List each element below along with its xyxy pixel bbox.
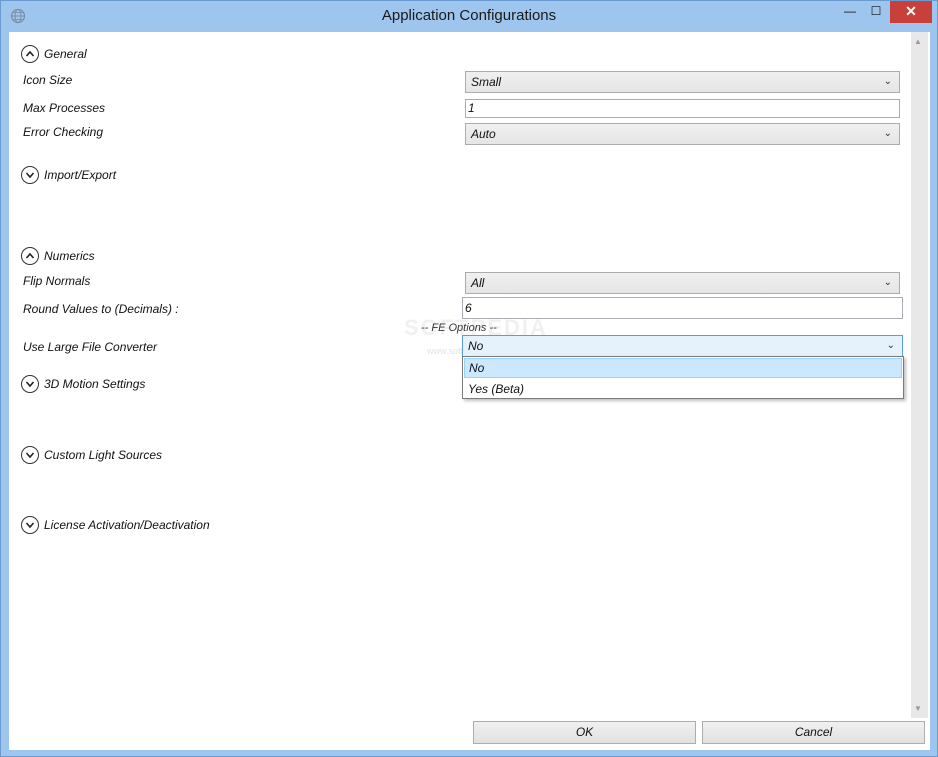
- cancel-button[interactable]: Cancel: [702, 721, 925, 744]
- chevron-down-icon[interactable]: [21, 375, 39, 393]
- section-3d-motion-label: 3D Motion Settings: [44, 377, 146, 391]
- vertical-scrollbar[interactable]: ▲ ▼: [911, 32, 928, 718]
- section-general[interactable]: General: [21, 45, 87, 63]
- minimize-button[interactable]: —: [837, 1, 863, 23]
- chevron-down-icon[interactable]: [21, 446, 39, 464]
- flip-normals-value: All: [471, 276, 485, 290]
- flip-normals-label: Flip Normals: [23, 274, 91, 288]
- max-processes-label: Max Processes: [23, 101, 106, 115]
- fe-options-label: -- FE Options --: [421, 322, 497, 334]
- chevron-down-icon: ⌄: [883, 128, 892, 139]
- chevron-down-icon[interactable]: [21, 516, 39, 534]
- icon-size-label: Icon Size: [23, 73, 73, 87]
- error-checking-value: Auto: [471, 127, 496, 141]
- large-file-converter-select[interactable]: No ⌄: [462, 335, 903, 357]
- flip-normals-select[interactable]: All ⌄: [465, 272, 900, 294]
- section-3d-motion[interactable]: 3D Motion Settings: [21, 375, 145, 393]
- chevron-up-icon[interactable]: [21, 247, 39, 265]
- chevron-up-icon[interactable]: [21, 45, 39, 63]
- ok-button[interactable]: OK: [473, 721, 696, 744]
- chevron-down-icon[interactable]: [21, 166, 39, 184]
- section-import-export-label: Import/Export: [44, 168, 117, 182]
- section-numerics[interactable]: Numerics: [21, 247, 95, 265]
- chevron-down-icon: ⌄: [886, 340, 895, 351]
- error-checking-select[interactable]: Auto ⌄: [465, 123, 900, 145]
- dropdown-option-yes-beta[interactable]: Yes (Beta): [464, 379, 902, 399]
- title-bar[interactable]: Application Configurations — ☐ ✕: [1, 1, 937, 31]
- section-light-sources-label: Custom Light Sources: [44, 448, 163, 462]
- max-processes-input[interactable]: 1: [465, 99, 900, 118]
- scroll-down-icon[interactable]: ▼: [914, 704, 922, 713]
- section-import-export[interactable]: Import/Export: [21, 166, 116, 184]
- maximize-button[interactable]: ☐: [863, 1, 889, 23]
- error-checking-label: Error Checking: [23, 125, 104, 139]
- scroll-up-icon[interactable]: ▲: [914, 37, 922, 46]
- large-file-converter-dropdown: No Yes (Beta): [462, 356, 904, 399]
- large-file-converter-label: Use Large File Converter: [23, 340, 158, 354]
- section-license[interactable]: License Activation/Deactivation: [21, 516, 210, 534]
- section-general-label: General: [44, 47, 87, 61]
- icon-size-value: Small: [471, 75, 502, 89]
- window-title: Application Configurations: [381, 7, 557, 24]
- section-license-label: License Activation/Deactivation: [44, 518, 210, 532]
- close-button[interactable]: ✕: [890, 1, 932, 23]
- icon-size-select[interactable]: Small ⌄: [465, 71, 900, 93]
- section-light-sources[interactable]: Custom Light Sources: [21, 446, 162, 464]
- large-file-converter-value: No: [468, 339, 484, 353]
- app-window: Application Configurations — ☐ ✕ General…: [0, 0, 938, 757]
- settings-panel: General Icon Size Small ⌄ Max Processes …: [9, 32, 930, 750]
- chevron-down-icon: ⌄: [883, 277, 892, 288]
- round-values-label: Round Values to (Decimals) :: [23, 302, 179, 316]
- dropdown-option-no[interactable]: No: [464, 358, 902, 378]
- section-numerics-label: Numerics: [44, 249, 95, 263]
- chevron-down-icon: ⌄: [883, 76, 892, 87]
